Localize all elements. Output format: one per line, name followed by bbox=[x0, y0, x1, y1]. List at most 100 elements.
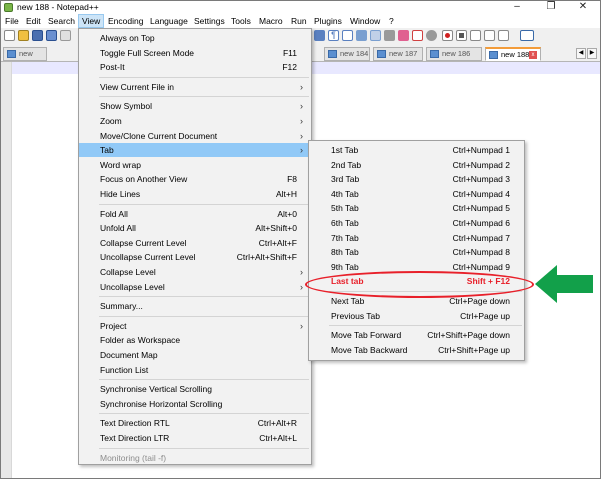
minimize-button[interactable]: – bbox=[501, 1, 533, 14]
menu-item-shortcut: Alt+0 bbox=[277, 208, 297, 219]
spell-check-icon[interactable] bbox=[520, 30, 534, 41]
menu-settings[interactable]: Settings bbox=[191, 14, 228, 28]
close-tab-icon[interactable]: x bbox=[529, 51, 537, 59]
menu-separator bbox=[99, 379, 309, 381]
new-file-icon[interactable] bbox=[4, 30, 15, 41]
view-menu-item-folder-as-workspace[interactable]: Folder as Workspace bbox=[79, 333, 311, 347]
menu-item-shortcut: Alt+Shift+0 bbox=[255, 223, 297, 234]
stop-macro-icon[interactable] bbox=[456, 30, 467, 41]
tab-submenu-item-move-tab-backward[interactable]: Move Tab Backward Ctrl+Shift+Page up bbox=[309, 343, 524, 357]
view-menu-item-summary[interactable]: Summary... bbox=[79, 299, 311, 313]
menu-help[interactable]: ? bbox=[386, 14, 397, 28]
save-macro-icon[interactable] bbox=[498, 30, 509, 41]
wrap-icon[interactable] bbox=[314, 30, 325, 41]
view-menu-item-document-map[interactable]: Document Map bbox=[79, 348, 311, 362]
view-menu-item-toggle-full-screen-mode[interactable]: Toggle Full Screen Mode F11 bbox=[79, 46, 311, 60]
tab-submenu-item-move-tab-forward[interactable]: Move Tab Forward Ctrl+Shift+Page down bbox=[309, 328, 524, 342]
folder-workspace-icon[interactable] bbox=[384, 30, 395, 41]
tab-submenu-item-8th-tab[interactable]: 8th Tab Ctrl+Numpad 8 bbox=[309, 245, 524, 259]
view-menu-item-project[interactable]: Project › bbox=[79, 319, 311, 333]
view-menu-item-word-wrap[interactable]: Word wrap bbox=[79, 158, 311, 172]
record-macro-icon[interactable] bbox=[442, 30, 453, 41]
menu-run[interactable]: Run bbox=[288, 14, 310, 28]
tab-submenu-item-4th-tab[interactable]: 4th Tab Ctrl+Numpad 4 bbox=[309, 187, 524, 201]
monitor-icon[interactable] bbox=[398, 30, 409, 41]
menu-item-label: Word wrap bbox=[100, 159, 141, 170]
menu-macro[interactable]: Macro bbox=[256, 14, 286, 28]
submenu-chevron-icon: › bbox=[300, 320, 303, 331]
view-menu-item-collapse-level[interactable]: Collapse Level › bbox=[79, 265, 311, 279]
view-menu-item-always-on-top[interactable]: Always on Top bbox=[79, 31, 311, 45]
view-menu-item-collapse-current-level[interactable]: Collapse Current Level Ctrl+Alt+F bbox=[79, 236, 311, 250]
menu-item-label: Zoom bbox=[100, 116, 122, 126]
menu-language[interactable]: Language bbox=[147, 14, 191, 28]
tab-new-170[interactable]: new 170 bbox=[3, 47, 47, 70]
menu-tools[interactable]: Tools bbox=[228, 14, 254, 28]
menu-plugins[interactable]: Plugins bbox=[311, 14, 345, 28]
tab-submenu-item-5th-tab[interactable]: 5th Tab Ctrl+Numpad 5 bbox=[309, 201, 524, 215]
menu-item-label: Tab bbox=[100, 145, 114, 156]
menu-separator bbox=[99, 447, 309, 449]
view-menu-item-show-symbol[interactable]: Show Symbol › bbox=[79, 99, 311, 113]
play-macro-icon[interactable] bbox=[470, 30, 481, 41]
view-menu-item-focus-on-another-view[interactable]: Focus on Another View F8 bbox=[79, 172, 311, 186]
tab-new-186[interactable]: new 186 bbox=[426, 47, 482, 61]
tab-new-188[interactable]: new 188 x bbox=[485, 47, 541, 61]
save-all-icon[interactable] bbox=[46, 30, 57, 41]
view-menu-item-fold-all[interactable]: Fold All Alt+0 bbox=[79, 207, 311, 221]
function-list-icon[interactable] bbox=[370, 30, 381, 41]
menu-separator bbox=[99, 203, 309, 205]
mail-icon[interactable] bbox=[412, 30, 423, 41]
view-menu-item-function-list[interactable]: Function List bbox=[79, 363, 311, 377]
tab-submenu-item-7th-tab[interactable]: 7th Tab Ctrl+Numpad 7 bbox=[309, 231, 524, 245]
menu-search[interactable]: Search bbox=[45, 14, 78, 28]
menu-window[interactable]: Window bbox=[347, 14, 383, 28]
menu-file[interactable]: File bbox=[2, 14, 22, 28]
close-file-icon[interactable] bbox=[60, 30, 71, 41]
view-menu-item-synchronise-horizontal-scrolling[interactable]: Synchronise Horizontal Scrolling bbox=[79, 397, 311, 411]
view-menu-dropdown: Always on Top Toggle Full Screen Mode F11 P… bbox=[78, 28, 312, 465]
save-icon[interactable] bbox=[32, 30, 43, 41]
view-menu-item-view-current-file-in[interactable]: View Current File in › bbox=[79, 80, 311, 94]
submenu-chevron-icon: › bbox=[300, 101, 303, 112]
submenu-item-shortcut: Ctrl+Shift+Page down bbox=[427, 330, 510, 341]
view-menu-item-zoom[interactable]: Zoom › bbox=[79, 114, 311, 128]
tab-new-184[interactable]: new 184 bbox=[324, 47, 370, 61]
submenu-item-label: 5th Tab bbox=[331, 203, 359, 214]
record-stop-icon[interactable] bbox=[426, 30, 437, 41]
open-folder-icon[interactable] bbox=[18, 30, 29, 41]
view-menu-item-uncollapse-level[interactable]: Uncollapse Level › bbox=[79, 280, 311, 294]
submenu-item-label: 1st Tab bbox=[331, 145, 359, 155]
view-menu-item-text-direction-ltr[interactable]: Text Direction LTR Ctrl+Alt+L bbox=[79, 431, 311, 445]
pilcrow-icon[interactable]: ¶ bbox=[328, 30, 339, 41]
view-menu-item-move-clone-current-document[interactable]: Move/Clone Current Document › bbox=[79, 129, 311, 143]
view-menu-item-uncollapse-current-level[interactable]: Uncollapse Current Level Ctrl+Alt+Shift+F bbox=[79, 250, 311, 264]
document-icon bbox=[377, 50, 386, 58]
tab-submenu-item-2nd-tab[interactable]: 2nd Tab Ctrl+Numpad 2 bbox=[309, 158, 524, 172]
maximize-button[interactable]: ❐ bbox=[535, 1, 567, 14]
tab-new-187[interactable]: new 187 bbox=[373, 47, 423, 61]
menu-view[interactable]: View bbox=[78, 14, 105, 28]
submenu-item-label: 9th Tab bbox=[331, 261, 359, 272]
menu-edit[interactable]: Edit bbox=[23, 14, 44, 28]
tab-submenu-item-3rd-tab[interactable]: 3rd Tab Ctrl+Numpad 3 bbox=[309, 172, 524, 186]
tab-submenu-item-1st-tab[interactable]: 1st Tab Ctrl+Numpad 1 bbox=[309, 143, 524, 157]
view-menu-item-post-it[interactable]: Post-It F12 bbox=[79, 60, 311, 74]
play-multiple-icon[interactable] bbox=[484, 30, 495, 41]
window-title: new 188 - Notepad++ bbox=[17, 2, 99, 12]
view-menu-item-synchronise-vertical-scrolling[interactable]: Synchronise Vertical Scrolling bbox=[79, 382, 311, 396]
tab-submenu-item-6th-tab[interactable]: 6th Tab Ctrl+Numpad 6 bbox=[309, 216, 524, 230]
menu-encoding[interactable]: Encoding bbox=[105, 14, 146, 28]
tab-submenu-item-previous-tab[interactable]: Previous Tab Ctrl+Page up bbox=[309, 309, 524, 323]
view-menu-item-hide-lines[interactable]: Hide Lines Alt+H bbox=[79, 187, 311, 201]
tab-scroll-left-button[interactable]: ◀ bbox=[576, 48, 586, 59]
tab-scroll-right-button[interactable]: ▶ bbox=[587, 48, 597, 59]
view-menu-item-text-direction-rtl[interactable]: Text Direction RTL Ctrl+Alt+R bbox=[79, 416, 311, 430]
submenu-item-shortcut: Ctrl+Numpad 7 bbox=[452, 232, 510, 243]
doc-map-icon[interactable] bbox=[356, 30, 367, 41]
view-menu-item-unfold-all[interactable]: Unfold All Alt+Shift+0 bbox=[79, 221, 311, 235]
indent-guide-icon[interactable] bbox=[342, 30, 353, 41]
submenu-item-label: Move Tab Forward bbox=[331, 330, 402, 341]
view-menu-item-tab[interactable]: Tab › bbox=[79, 143, 311, 158]
close-window-button[interactable]: ✕ bbox=[567, 1, 599, 14]
